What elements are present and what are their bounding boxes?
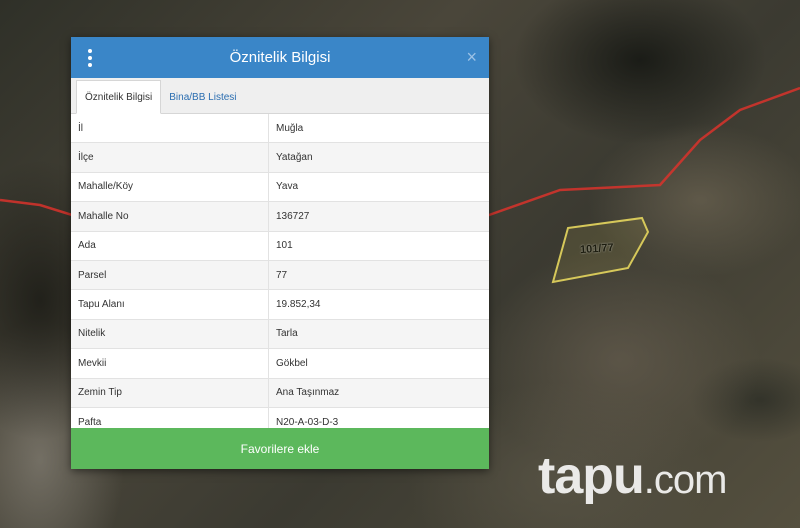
vertical-dots-icon[interactable]	[85, 49, 95, 67]
attribute-key: Mevkii	[71, 348, 269, 379]
attribute-value: Yava	[268, 172, 489, 203]
parcel-label: 101/77	[579, 241, 615, 257]
panel-header: Öznitelik Bilgisi ×	[71, 37, 489, 78]
attribute-key: Parsel	[71, 260, 269, 291]
table-row: Mahalle No 136727	[71, 201, 489, 232]
attribute-value: Muğla	[268, 114, 489, 144]
attribute-key: Nitelik	[71, 319, 269, 350]
add-to-favorites-button[interactable]: Favorilere ekle	[71, 428, 489, 469]
attribute-value: 136727	[268, 201, 489, 232]
table-row: Nitelik Tarla	[71, 319, 489, 350]
table-row: Mevkii Gökbel	[71, 348, 489, 379]
attribute-key: Zemin Tip	[71, 378, 269, 408]
table-row: Parsel 77	[71, 260, 489, 291]
attribute-value: 77	[268, 260, 489, 291]
attribute-table: İl Muğla İlçe Yatağan Mahalle/Köy Yava Maha…	[71, 114, 489, 438]
attribute-key: İl	[71, 114, 269, 144]
attribute-value: 19.852,34	[268, 289, 489, 320]
attribute-value: Yatağan	[268, 142, 489, 173]
tapu-watermark-logo: tapu.com	[538, 447, 727, 505]
attribute-key: Mahalle/Köy	[71, 172, 269, 203]
table-row: İlçe Yatağan	[71, 142, 489, 173]
attribute-info-panel: Öznitelik Bilgisi × Öznitelik Bilgisi Bi…	[71, 37, 489, 469]
table-row: Tapu Alanı 19.852,34	[71, 289, 489, 320]
table-row: Ada 101	[71, 231, 489, 261]
table-row: İl Muğla	[71, 114, 489, 144]
attribute-key: Mahalle No	[71, 201, 269, 232]
attribute-key: İlçe	[71, 142, 269, 173]
panel-title: Öznitelik Bilgisi	[229, 49, 331, 66]
attribute-value: Ana Taşınmaz	[268, 378, 489, 408]
table-row: Zemin Tip Ana Taşınmaz	[71, 378, 489, 408]
close-icon[interactable]: ×	[466, 47, 477, 68]
table-row: Mahalle/Köy Yava	[71, 172, 489, 203]
tab-attribute-info[interactable]: Öznitelik Bilgisi	[76, 80, 162, 114]
attribute-key: Tapu Alanı	[71, 289, 269, 320]
tab-bar: Öznitelik Bilgisi Bina/BB Listesi	[71, 78, 489, 114]
attribute-value: 101	[268, 231, 489, 261]
attribute-value: Tarla	[268, 319, 489, 350]
attribute-key: Ada	[71, 231, 269, 261]
attribute-value: Gökbel	[268, 348, 489, 379]
tab-building-list[interactable]: Bina/BB Listesi	[161, 81, 244, 113]
